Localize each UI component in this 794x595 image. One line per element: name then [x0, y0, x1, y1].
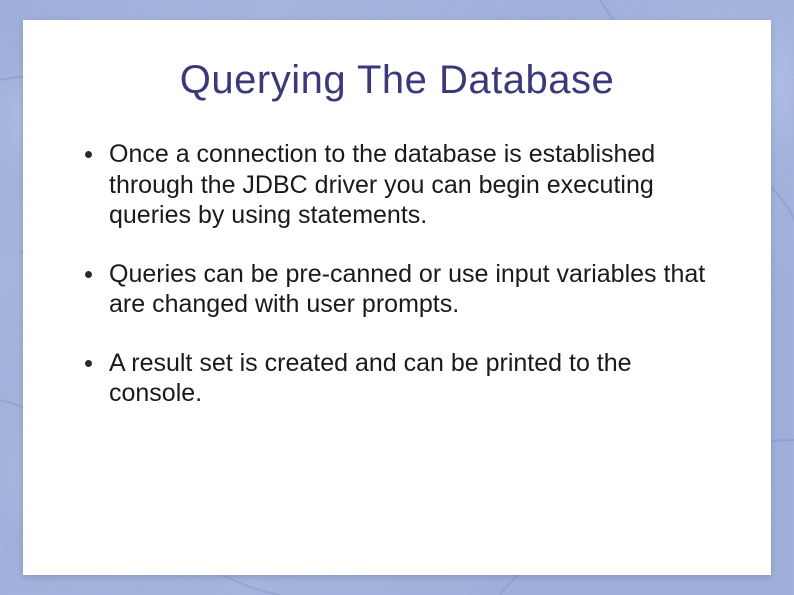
- slide-title: Querying The Database: [63, 58, 731, 103]
- bullet-item: Once a connection to the database is est…: [91, 139, 731, 231]
- slide-content: Querying The Database Once a connection …: [23, 20, 771, 575]
- bullet-item: A result set is created and can be print…: [91, 348, 731, 409]
- bullet-item: Queries can be pre-canned or use input v…: [91, 259, 731, 320]
- bullet-list: Once a connection to the database is est…: [63, 139, 731, 409]
